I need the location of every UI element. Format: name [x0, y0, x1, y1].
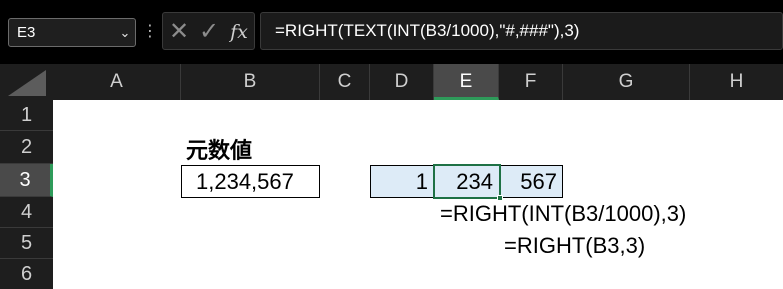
cell-f3[interactable]: 567	[499, 165, 563, 198]
chevron-down-icon[interactable]: ⌄	[116, 18, 134, 47]
active-cell-border	[433, 164, 501, 199]
row-header-5[interactable]: 5	[0, 228, 53, 259]
cell-b2[interactable]: 元数値	[186, 136, 252, 166]
row-header-2[interactable]: 2	[0, 131, 53, 164]
row-header-6[interactable]: 6	[0, 259, 53, 289]
row-header-1[interactable]: 1	[0, 100, 53, 131]
row-header-4[interactable]: 4	[0, 197, 53, 228]
column-header-b[interactable]: B	[181, 64, 320, 100]
cancel-icon[interactable]: ✕	[166, 16, 192, 48]
column-header-g[interactable]: G	[563, 64, 690, 100]
column-header-c[interactable]: C	[320, 64, 370, 100]
cell-b3[interactable]: 1,234,567	[181, 165, 320, 198]
column-header-f[interactable]: F	[499, 64, 563, 100]
row-header-3[interactable]: 3	[0, 164, 53, 197]
formula-input[interactable]: =RIGHT(TEXT(INT(B3/1000),"#,###"),3)	[260, 12, 783, 50]
column-header-a[interactable]: A	[53, 64, 181, 100]
more-options-icon[interactable]: ⋮	[142, 18, 158, 47]
cell-d3[interactable]: 1	[370, 165, 435, 198]
select-all-icon	[8, 70, 46, 96]
column-header-d[interactable]: D	[370, 64, 434, 100]
column-header-e[interactable]: E	[434, 64, 499, 100]
annotation-formula-e: =RIGHT(INT(B3/1000),3)	[440, 201, 687, 226]
column-header-h[interactable]: H	[690, 64, 783, 100]
annotation-formula-f: =RIGHT(B3,3)	[504, 233, 646, 258]
enter-icon[interactable]: ✓	[196, 16, 222, 48]
insert-function-icon[interactable]: fx	[226, 16, 252, 48]
